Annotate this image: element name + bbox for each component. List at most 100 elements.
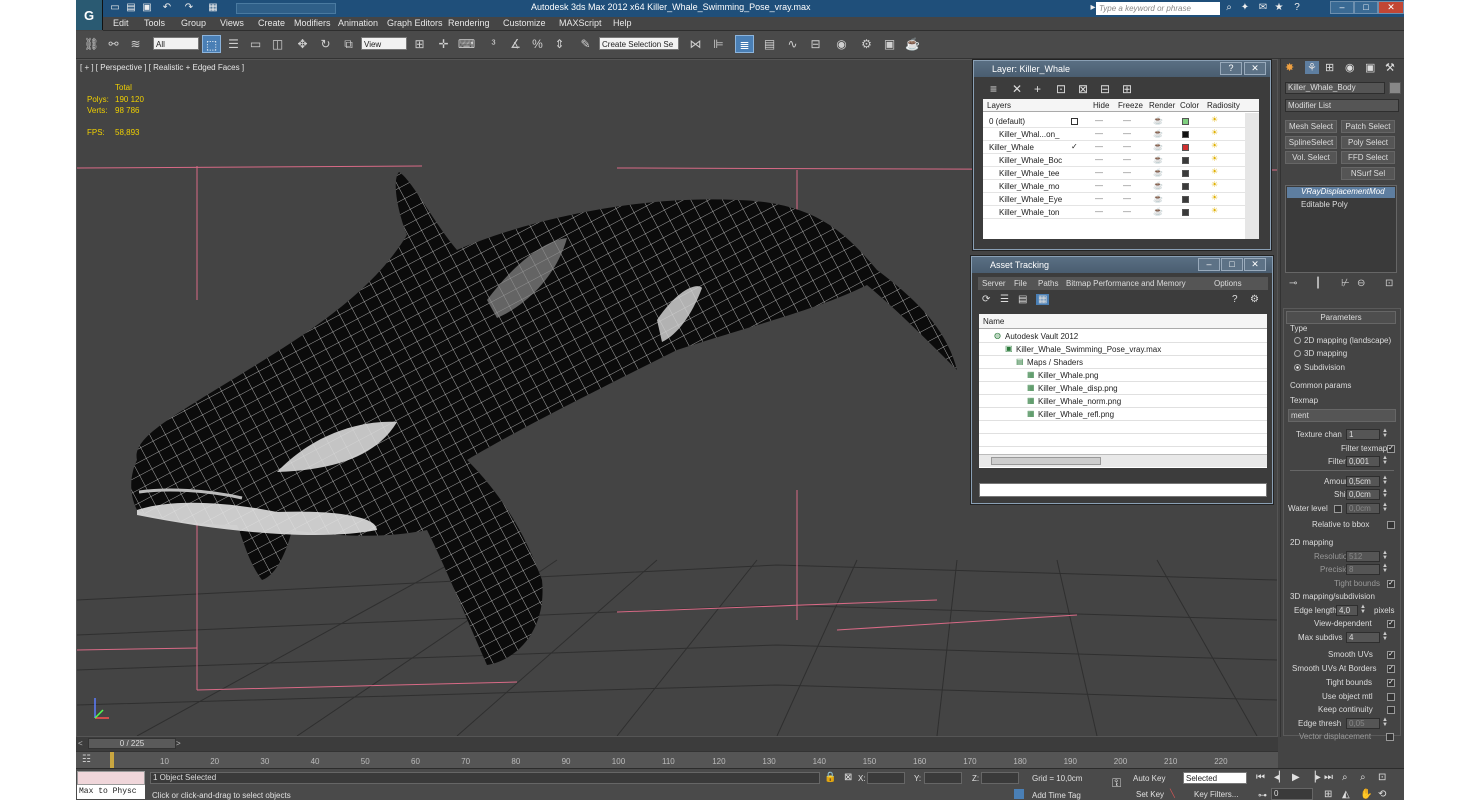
- pin-stack-icon[interactable]: ⊸: [1289, 278, 1297, 289]
- poly-select-button[interactable]: Poly Select: [1341, 136, 1395, 149]
- menu-customize[interactable]: Customize: [503, 18, 546, 28]
- asset-menu-bitmap[interactable]: Bitmap Performance and Memory: [1066, 279, 1186, 288]
- col-radiosity[interactable]: Radiosity: [1207, 101, 1240, 110]
- layer-row[interactable]: Killer_Whal...on_ — — ☕ ☀: [983, 128, 1245, 141]
- layer-color-swatch[interactable]: [1182, 157, 1189, 164]
- asset-dialog-maximize-button[interactable]: □: [1221, 258, 1243, 271]
- add-time-tag-button[interactable]: Add Time Tag: [1032, 791, 1081, 800]
- search-input[interactable]: Type a keyword or phrase: [1096, 2, 1220, 15]
- radiosity-sun-icon[interactable]: ☀: [1211, 115, 1218, 124]
- favorites-icon[interactable]: ★: [1272, 1, 1286, 15]
- layer-color-swatch[interactable]: [1182, 144, 1189, 151]
- maximize-button[interactable]: □: [1354, 1, 1378, 14]
- hide-toggle[interactable]: —: [1095, 194, 1103, 203]
- texmap-button[interactable]: ment (Killer_Whale_disp.png): [1288, 409, 1396, 422]
- remove-modifier-icon[interactable]: ⊖: [1357, 278, 1365, 289]
- menu-animation[interactable]: Animation: [338, 18, 378, 28]
- percent-snap-icon[interactable]: %: [528, 35, 547, 53]
- create-tab-icon[interactable]: ✸: [1285, 61, 1294, 74]
- nsurf-sel-button[interactable]: NSurf Sel: [1341, 167, 1395, 180]
- asset-name[interactable]: Killer_Whale_norm.png: [1038, 397, 1121, 406]
- layer-row[interactable]: Killer_Whale ✓ — — ☕ ☀: [983, 141, 1245, 154]
- precision-field[interactable]: 8: [1346, 564, 1380, 575]
- asset-name[interactable]: Killer_Whale_disp.png: [1038, 384, 1118, 393]
- edit-named-selection-icon[interactable]: ✎: [576, 35, 595, 53]
- water-level-checkbox[interactable]: [1334, 505, 1342, 513]
- keep-continuity-checkbox[interactable]: [1387, 706, 1395, 714]
- key-filters-button[interactable]: Key Filters...: [1194, 790, 1238, 799]
- freeze-toggle[interactable]: —: [1123, 207, 1131, 216]
- move-icon[interactable]: ✥: [293, 35, 312, 53]
- snaps-toggle-icon[interactable]: ³: [484, 35, 503, 53]
- workspace-dropdown[interactable]: [236, 3, 336, 14]
- asset-settings-icon[interactable]: ⚙: [1250, 294, 1259, 305]
- select-object-icon[interactable]: ⬚: [202, 35, 221, 53]
- detail-view-icon[interactable]: ▤: [1018, 294, 1027, 305]
- scale-icon[interactable]: ⧉: [339, 35, 358, 53]
- menu-maxscript[interactable]: MAXScript: [559, 18, 602, 28]
- render-teapot-icon[interactable]: ☕: [1153, 168, 1163, 177]
- ffd-select-button[interactable]: FFD Select: [1341, 151, 1395, 164]
- minimize-button[interactable]: –: [1330, 1, 1354, 14]
- current-frame-field[interactable]: 0: [1271, 788, 1313, 800]
- asset-name[interactable]: Autodesk Vault 2012: [1005, 332, 1078, 341]
- asset-menu-file[interactable]: File: [1014, 279, 1027, 288]
- object-color-swatch[interactable]: [1389, 82, 1401, 94]
- maxscript-input[interactable]: Max to Physc: [77, 785, 145, 799]
- asset-dialog-close-button[interactable]: ✕: [1244, 258, 1266, 271]
- menu-rendering[interactable]: Rendering: [448, 18, 490, 28]
- radiosity-sun-icon[interactable]: ☀: [1211, 180, 1218, 189]
- project-folder-icon[interactable]: ▦: [206, 1, 220, 15]
- motion-tab-icon[interactable]: ◉: [1345, 61, 1355, 74]
- key-icon[interactable]: ⚿: [1112, 776, 1121, 791]
- select-manipulate-icon[interactable]: ✛: [434, 35, 453, 53]
- filter-blur-spinner[interactable]: ▲ ▼: [1382, 455, 1388, 467]
- time-config-icon[interactable]: ⊞: [1324, 789, 1332, 800]
- amount-spinner[interactable]: ▲ ▼: [1382, 475, 1388, 487]
- col-layers[interactable]: Layers: [987, 101, 1011, 110]
- freeze-toggle[interactable]: —: [1123, 155, 1131, 164]
- resolution-field[interactable]: 512: [1346, 551, 1380, 562]
- hide-toggle[interactable]: —: [1095, 168, 1103, 177]
- layer-name[interactable]: Killer_Whale_mo: [999, 182, 1059, 191]
- next-frame-icon[interactable]: ▕▸: [1308, 772, 1321, 783]
- radio-2d-mapping[interactable]: [1294, 337, 1301, 344]
- render-teapot-icon[interactable]: ☕: [1153, 207, 1163, 216]
- table-view-icon[interactable]: ▦: [1036, 294, 1050, 305]
- asset-menu-server[interactable]: Server: [982, 279, 1006, 288]
- freeze-toggle[interactable]: —: [1123, 129, 1131, 138]
- asset-row[interactable]: ▦ Killer_Whale_disp.png: [979, 382, 1267, 395]
- select-by-name-icon[interactable]: ☰: [224, 35, 243, 53]
- modifier-list-dropdown[interactable]: Modifier List: [1285, 99, 1399, 112]
- render-teapot-icon[interactable]: ☕: [1153, 194, 1163, 203]
- shift-spinner[interactable]: ▲ ▼: [1382, 488, 1388, 500]
- edge-length-spinner[interactable]: ▲ ▼: [1360, 604, 1366, 616]
- menu-modifiers[interactable]: Modifiers: [294, 18, 331, 28]
- communication-icon[interactable]: ✉: [1256, 1, 1270, 15]
- play-icon[interactable]: ▶: [1292, 772, 1300, 783]
- render-teapot-icon[interactable]: ☕: [1153, 181, 1163, 190]
- zoom-extents-icon[interactable]: ⊡: [1378, 772, 1386, 783]
- reference-coord-dropdown[interactable]: View: [361, 37, 407, 50]
- key-mode-toggle-icon[interactable]: ⊶: [1258, 790, 1267, 800]
- layer-name[interactable]: Killer_Whale_tee: [999, 169, 1059, 178]
- shift-field[interactable]: 0,0cm: [1346, 489, 1380, 500]
- layer-color-swatch[interactable]: [1182, 209, 1189, 216]
- relative-bbox-checkbox[interactable]: [1387, 521, 1395, 529]
- create-layer-icon[interactable]: ≡: [990, 82, 997, 96]
- asset-row[interactable]: ◍ Autodesk Vault 2012: [979, 330, 1267, 343]
- vol-select-button[interactable]: Vol. Select: [1285, 151, 1337, 164]
- set-key-icon[interactable]: ╲: [1170, 789, 1175, 798]
- stack-item-editable-poly[interactable]: Editable Poly: [1301, 200, 1348, 209]
- layer-name[interactable]: Killer_Whale_Boc: [999, 156, 1062, 165]
- orbit-icon[interactable]: ⟲: [1378, 789, 1386, 800]
- tight-bounds-2d-checkbox[interactable]: ✓: [1387, 580, 1395, 588]
- menu-tools[interactable]: Tools: [144, 18, 165, 28]
- asset-name[interactable]: Maps / Shaders: [1027, 358, 1083, 367]
- col-render[interactable]: Render: [1149, 101, 1175, 110]
- hide-toggle[interactable]: —: [1095, 155, 1103, 164]
- hscroll-thumb[interactable]: [991, 457, 1101, 465]
- freeze-toggle[interactable]: —: [1123, 194, 1131, 203]
- layer-row[interactable]: Killer_Whale_tee — — ☕ ☀: [983, 167, 1245, 180]
- key-mode-dropdown[interactable]: Selected: [1183, 772, 1247, 784]
